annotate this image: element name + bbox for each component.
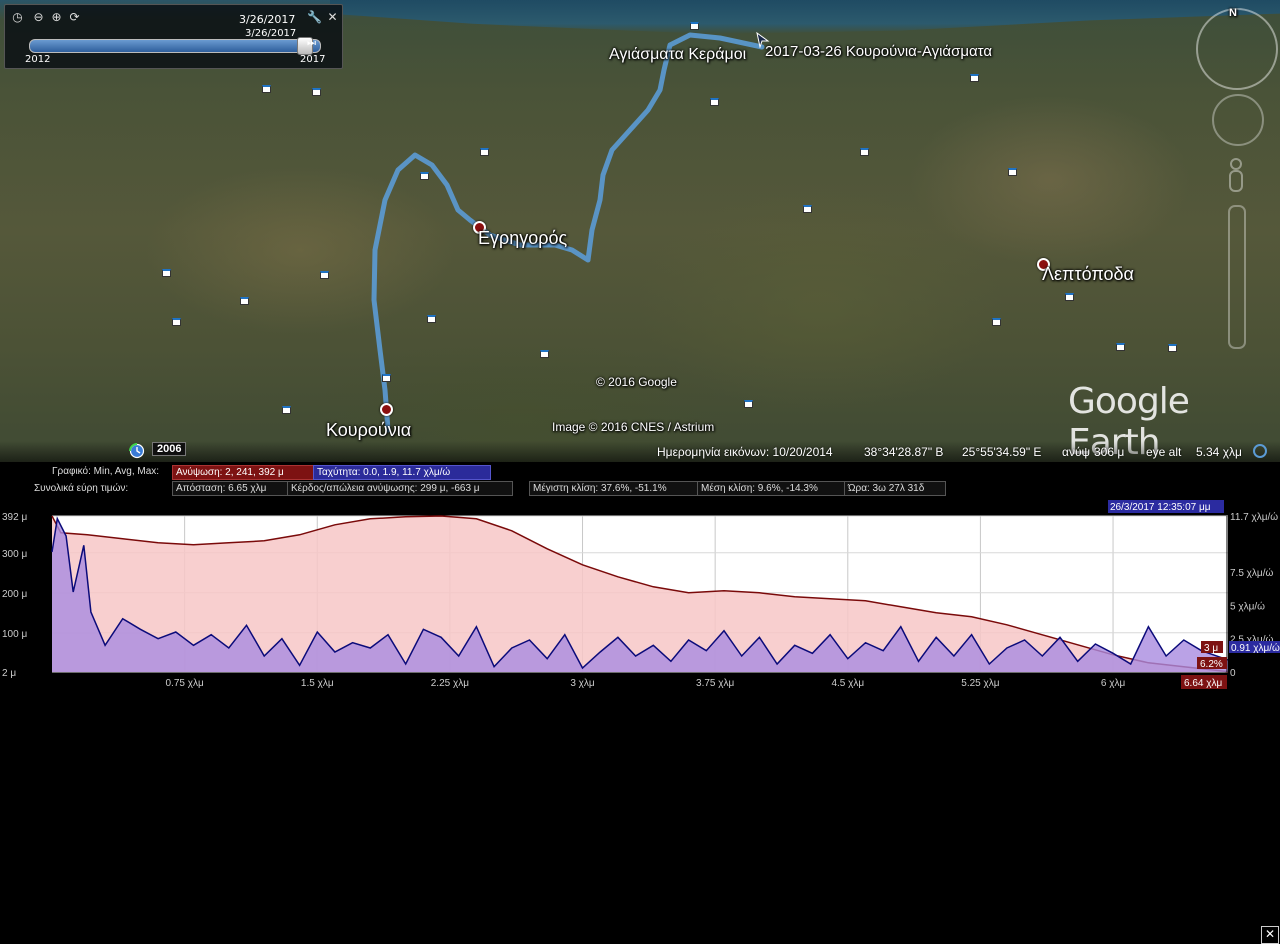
y-right-tick-label: 11.7 χλμ/ώ (1230, 511, 1278, 523)
slider-end-icon[interactable]: ⏭ (307, 38, 316, 49)
elevation-value: 306 μ (1094, 445, 1125, 459)
historical-year-badge[interactable]: 2006 (152, 442, 187, 456)
look-control[interactable] (1196, 8, 1278, 90)
photo-icon[interactable] (860, 148, 869, 156)
y-right-tick-label: 7.5 χλμ/ώ (1230, 567, 1273, 579)
photo-icon[interactable] (262, 85, 271, 93)
streaming-indicator-icon (1253, 444, 1267, 458)
thumb-date: 3/26/2017 (245, 28, 297, 39)
photo-icon[interactable] (992, 318, 1001, 326)
compass-north[interactable]: N (1229, 7, 1237, 19)
zoom-in-icon[interactable]: ⊕ (49, 10, 64, 25)
photo-icon[interactable] (162, 269, 171, 277)
y-left-tick-label: 392 μ (2, 512, 27, 523)
zoom-slider[interactable] (1228, 205, 1246, 349)
y-left-tick-label: 200 μ (2, 589, 27, 600)
slider-date: 3/26/2017 (239, 13, 296, 26)
photo-icon[interactable] (1065, 293, 1074, 301)
elevation-stats[interactable]: Ανύψωση: 2, 241, 392 μ (172, 465, 316, 480)
map-view[interactable]: Αγιάσματα Κεράμοι 2017-03-26 Κουρούνια-Α… (0, 0, 1280, 462)
move-control[interactable] (1212, 94, 1264, 146)
cursor-slope: 6.2% (1200, 659, 1223, 670)
photo-icon[interactable] (312, 88, 321, 96)
place-pin[interactable] (380, 403, 393, 416)
photo-icon[interactable] (1008, 168, 1017, 176)
close-profile-button[interactable]: ✕ (1261, 926, 1279, 944)
historical-clock-icon[interactable] (129, 443, 145, 459)
photo-icon[interactable] (282, 406, 291, 414)
close-icon[interactable]: ✕ (325, 10, 340, 25)
refresh-icon[interactable]: ⟳ (67, 10, 82, 25)
photo-icon[interactable] (172, 318, 181, 326)
photo-icon[interactable] (970, 74, 979, 82)
eye-alt-value: 5.34 χλμ (1196, 445, 1242, 459)
photo-icon[interactable] (1168, 344, 1177, 352)
cursor-elevation: 3 μ (1204, 643, 1218, 654)
photo-icon[interactable] (480, 148, 489, 156)
place-label[interactable]: Αγιάσματα Κεράμοι (609, 46, 746, 64)
photo-icon[interactable] (690, 22, 699, 30)
photo-icon[interactable] (427, 315, 436, 323)
photo-icon[interactable] (803, 205, 812, 213)
place-label[interactable]: Εγρηγορός (478, 228, 567, 249)
clock-icon[interactable]: ◷ (10, 10, 25, 25)
elevation-speed-chart[interactable]: 0.75 χλμ 1.5 χλμ 2.25 χλμ 3 χλμ 3.75 χλμ 4.5 … (0, 500, 1280, 691)
cursor-speed: 0.91 χλμ/ώ (1231, 642, 1280, 654)
y-right-tick-label: 0 (1230, 668, 1236, 679)
x-tick-label: 6 χλμ (1101, 678, 1126, 689)
track-label[interactable]: 2017-03-26 Κουρούνια-Αγιάσματα (765, 43, 992, 60)
photo-icon[interactable] (382, 374, 391, 382)
photo-icon[interactable] (710, 98, 719, 106)
timeline-track[interactable] (29, 39, 321, 53)
gain-loss-stat: Κέρδος/απώλεια ανύψωσης: 299 μ, -663 μ (287, 481, 513, 496)
x-tick-label: 3.75 χλμ (696, 678, 734, 689)
cursor-distance: 6.64 χλμ (1184, 678, 1222, 689)
y-left-tick-label: 300 μ (2, 549, 27, 560)
photo-icon[interactable] (240, 297, 249, 305)
street-view-icon[interactable] (1227, 158, 1245, 194)
longitude: 25°55'34.59" Ε (962, 445, 1042, 459)
x-tick-label: 3 χλμ (570, 678, 595, 689)
historical-imagery-slider: ◷ ⊖ ⊕ ⟳ 3/26/2017 🔧 ✕ 3/26/2017 ⏮ ⏭ 2012… (4, 4, 343, 69)
time-stat: Ώρα: 3ω 27λ 31δ (844, 481, 946, 496)
place-label[interactable]: Κουρούνια (326, 420, 411, 441)
x-tick-label: 5.25 χλμ (961, 678, 999, 689)
slider-year-end: 2017 (300, 54, 326, 65)
photo-icon[interactable] (320, 271, 329, 279)
y-left-tick-label: 2 μ (2, 668, 16, 679)
imagery-date: Ημερομηνία εικόνων: 10/20/2014 (657, 445, 833, 459)
copyright-imagery: Image © 2016 CNES / Astrium (552, 420, 715, 434)
x-tick-label: 4.5 χλμ (831, 678, 864, 689)
x-tick-label: 1.5 χλμ (301, 678, 334, 689)
x-tick-label: 0.75 χλμ (165, 678, 203, 689)
eye-alt-label: eye alt (1146, 445, 1182, 459)
graph-label: Γραφικό: Min, Avg, Max: (52, 466, 160, 477)
elevation-label: ανύψ (1062, 445, 1091, 459)
photo-icon[interactable] (744, 400, 753, 408)
y-right-tick-label: 5 χλμ/ώ (1230, 600, 1265, 612)
x-tick-label: 2.25 χλμ (431, 678, 469, 689)
avg-slope-stat: Μέση κλίση: 9.6%, -14.3% (697, 481, 846, 496)
distance-stat: Απόσταση: 6.65 χλμ (172, 481, 288, 496)
latitude: 38°34'28.87" Β (864, 445, 944, 459)
photo-icon[interactable] (1116, 343, 1125, 351)
zoom-out-icon[interactable]: ⊖ (31, 10, 46, 25)
copyright-google: © 2016 Google (596, 375, 677, 389)
cursor-time: 26/3/2017 12:35:07 μμ (1110, 502, 1211, 513)
y-left-tick-label: 100 μ (2, 629, 27, 640)
photo-icon[interactable] (540, 350, 549, 358)
slider-year-start: 2012 (25, 54, 51, 65)
place-label[interactable]: Λεπτόποδα (1042, 264, 1134, 285)
summary-label: Συνολικά εύρη τιμών: (34, 483, 129, 494)
speed-stats[interactable]: Ταχύτητα: 0.0, 1.9, 11.7 χλμ/ώ (313, 465, 491, 480)
wrench-icon[interactable]: 🔧 (307, 10, 322, 25)
max-slope-stat: Μέγιστη κλίση: 37.6%, -51.1% (529, 481, 699, 496)
photo-icon[interactable] (420, 172, 429, 180)
